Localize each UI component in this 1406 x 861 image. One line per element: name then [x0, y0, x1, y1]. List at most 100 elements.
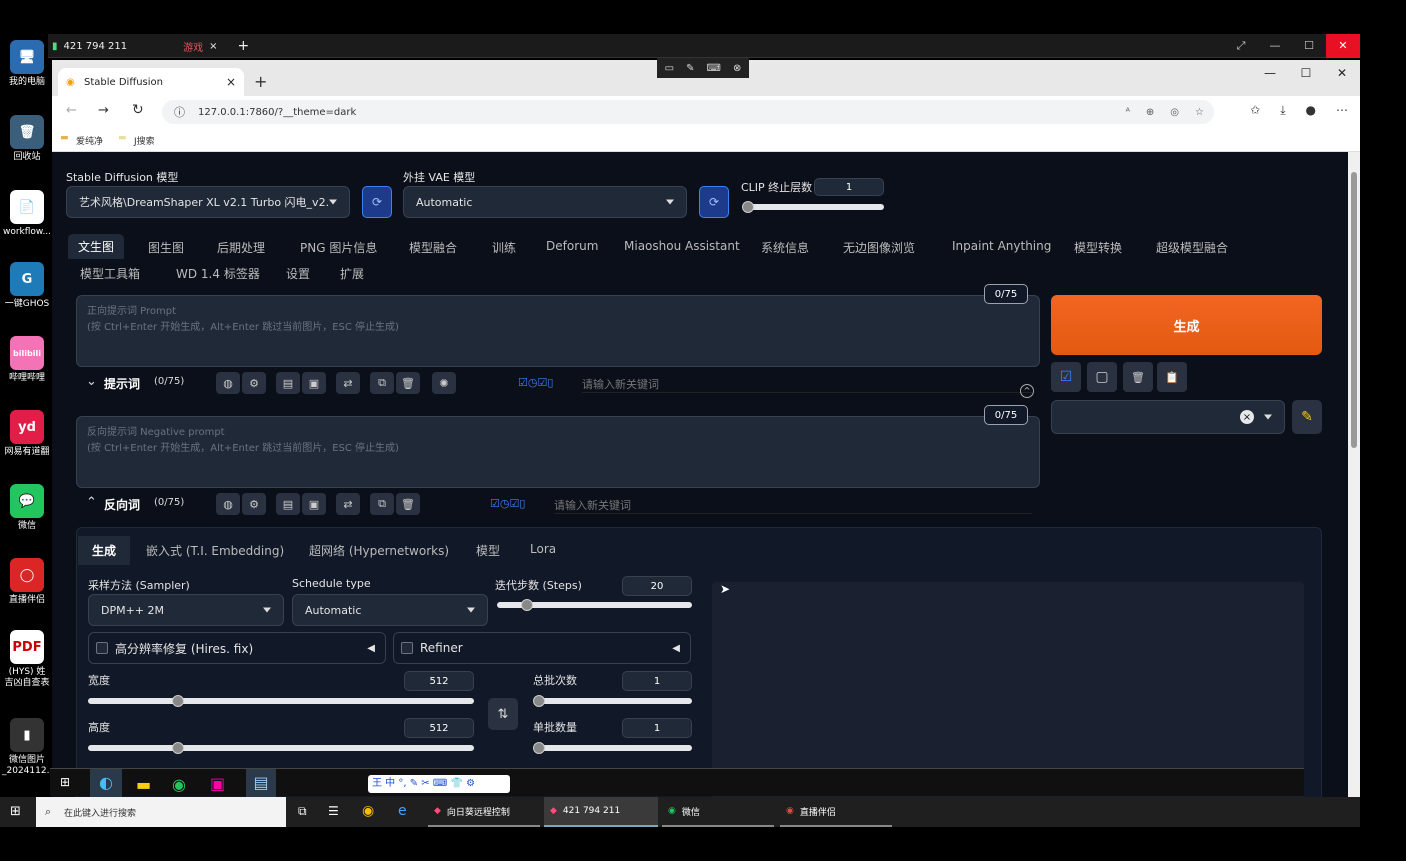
app-window-icon[interactable]: ▤: [246, 769, 276, 797]
main-tab[interactable]: 训练: [492, 239, 516, 256]
sampler-select[interactable]: DPM++ 2M: [88, 594, 284, 626]
browser-new-tab-icon[interactable]: +: [254, 72, 267, 91]
desktop-icon[interactable]: PDF (HYS) 姓 吉凶自查表: [2, 630, 52, 689]
clipboard-icon[interactable]: 📋: [1157, 362, 1187, 392]
ime-toolbar[interactable]: 王 中 °, ✎ ✂ ⌨ 👕 ⚙: [368, 775, 510, 793]
desktop-icon[interactable]: bilibili 哔哩哔哩: [2, 336, 52, 384]
sub-tab[interactable]: 超网络 (Hypernetworks): [309, 542, 449, 559]
generate-button[interactable]: 生成: [1051, 295, 1322, 355]
remote-new-tab-icon[interactable]: +: [238, 38, 250, 54]
batch-size-input[interactable]: 1: [622, 718, 692, 738]
swap-icon[interactable]: ⇄: [336, 493, 360, 515]
main-tab[interactable]: 后期处理: [217, 239, 265, 256]
refiner-checkbox[interactable]: [401, 642, 413, 654]
forward-icon[interactable]: →: [98, 103, 109, 118]
ie-icon[interactable]: e: [398, 803, 407, 819]
keyword-toggle-icons[interactable]: ☑◷☑▯: [490, 497, 525, 510]
height-input[interactable]: 512: [404, 718, 474, 738]
translate-icon[interactable]: ◍: [216, 372, 240, 394]
list-icon[interactable]: ☰: [328, 804, 339, 818]
page-scrollbar[interactable]: [1348, 152, 1360, 825]
desktop-icon[interactable]: G 一键GHOS: [2, 262, 52, 310]
main-tab[interactable]: 模型工具箱: [80, 265, 140, 282]
windows-start-icon[interactable]: ⊞: [10, 804, 21, 819]
height-slider-knob[interactable]: [172, 742, 184, 754]
desktop-icon[interactable]: 📄 workflow...: [2, 190, 52, 238]
browser-maximize-icon[interactable]: ☐: [1288, 66, 1324, 80]
taskbar-item[interactable]: ◆ 向日葵远程控制: [428, 797, 540, 827]
sync-icon[interactable]: ◎: [1170, 107, 1179, 118]
width-slider-knob[interactable]: [172, 695, 184, 707]
collapse-icon[interactable]: ⌃: [86, 495, 97, 510]
bookmark-icon[interactable]: ▣: [302, 372, 326, 394]
profile-icon[interactable]: ●: [1306, 103, 1316, 118]
fullscreen-icon[interactable]: ⤢: [1224, 34, 1258, 58]
more-icon[interactable]: ⋯: [1336, 103, 1348, 118]
taskbar-item[interactable]: ◉ 直播伴侣: [780, 797, 892, 827]
main-tab[interactable]: PNG 图片信息: [300, 239, 377, 256]
vae-select[interactable]: Automatic: [403, 186, 687, 218]
refresh-model-button[interactable]: ⟳: [362, 186, 392, 218]
clip-slider[interactable]: [742, 201, 884, 213]
height-slider[interactable]: [88, 742, 474, 754]
history-icon[interactable]: ▤: [276, 372, 300, 394]
width-input[interactable]: 512: [404, 671, 474, 691]
pen-icon[interactable]: ✎: [686, 63, 694, 74]
taskbar-search[interactable]: ⌕ 在此键入进行搜索: [36, 797, 286, 827]
copy-icon[interactable]: ⧉: [370, 493, 394, 515]
chrome-icon[interactable]: ◉: [362, 803, 374, 819]
main-tab[interactable]: 文生图: [68, 234, 125, 259]
zoom-icon[interactable]: ⊕: [1146, 107, 1154, 118]
batch-size-slider-knob[interactable]: [533, 742, 545, 754]
refiner-toggle[interactable]: Refiner ◀: [393, 632, 691, 664]
styles-clear-icon[interactable]: ×: [1240, 410, 1254, 424]
desktop-icon[interactable]: 🖥 我的电脑: [2, 40, 52, 88]
main-tab[interactable]: 扩展: [340, 265, 364, 282]
browser-tab-close-icon[interactable]: ×: [226, 75, 236, 89]
browser-minimize-icon[interactable]: —: [1252, 66, 1288, 80]
main-tab[interactable]: 设置: [286, 265, 310, 282]
main-tab[interactable]: 模型转换: [1074, 239, 1122, 256]
steps-slider[interactable]: [497, 599, 692, 611]
collapse-icon[interactable]: ⌄: [86, 374, 97, 389]
bookmark-item[interactable]: 爱纯净: [76, 134, 103, 147]
browser-tab[interactable]: ◉ Stable Diffusion ×: [58, 68, 244, 96]
desktop-icon[interactable]: ▮ 微信图片 _2024112...: [2, 718, 55, 777]
close-icon[interactable]: ✕: [1326, 34, 1360, 58]
main-tab[interactable]: Miaoshou Assistant: [624, 239, 740, 253]
negative-prompt-textarea[interactable]: 反向提示词 Negative prompt (按 Ctrl+Enter 开始生成…: [76, 416, 1040, 488]
main-tab[interactable]: Inpaint Anything: [952, 239, 1051, 253]
prompt-keyword-input[interactable]: 请输入新关键词: [582, 376, 1032, 393]
main-tab[interactable]: 无边图像浏览: [843, 239, 915, 256]
favorite-icon[interactable]: ☆: [1195, 107, 1204, 118]
negative-keyword-input[interactable]: 请输入新关键词: [554, 497, 1032, 514]
settings-icon[interactable]: ⚙: [242, 372, 266, 394]
swap-dimensions-button[interactable]: ⇅: [488, 698, 518, 730]
desktop-icon[interactable]: ◯ 直播伴侣: [2, 558, 52, 606]
trash-icon[interactable]: 🗑: [396, 493, 420, 515]
model-select[interactable]: 艺术风格\DreamShaper XL v2.1 Turbo 闪电_v2.: [66, 186, 350, 218]
keyboard-icon[interactable]: ⌨: [707, 63, 721, 74]
hires-checkbox[interactable]: [96, 642, 108, 654]
hires-fix-toggle[interactable]: 高分辨率修复 (Hires. fix) ◀: [88, 632, 386, 664]
sub-tab[interactable]: Lora: [530, 542, 556, 556]
reload-icon[interactable]: ↻: [132, 102, 144, 118]
sub-tab[interactable]: 生成: [78, 536, 131, 565]
disconnect-icon[interactable]: ⊗: [733, 63, 741, 74]
sub-tab[interactable]: 模型: [476, 542, 500, 559]
screen-icon[interactable]: ▭: [665, 63, 674, 74]
main-tab[interactable]: 模型融合: [409, 239, 457, 256]
browser-close-icon[interactable]: ✕: [1324, 66, 1360, 80]
translate-icon[interactable]: ◍: [216, 493, 240, 515]
remote-tab[interactable]: ▮ 421 794 211 游戏 × +: [52, 37, 249, 55]
download-icon[interactable]: ⤓: [1280, 103, 1285, 118]
edit-styles-button[interactable]: ✎: [1292, 400, 1322, 434]
task-view-icon[interactable]: ⧉: [298, 804, 307, 819]
ai-icon[interactable]: ✺: [432, 372, 456, 394]
taskbar-item[interactable]: ◆ 421 794 211: [544, 797, 658, 827]
batch-count-input[interactable]: 1: [622, 671, 692, 691]
batch-size-slider[interactable]: [533, 742, 692, 754]
steps-slider-knob[interactable]: [521, 599, 533, 611]
app-icon[interactable]: ▣: [210, 774, 225, 793]
trash-icon[interactable]: 🗑: [396, 372, 420, 394]
